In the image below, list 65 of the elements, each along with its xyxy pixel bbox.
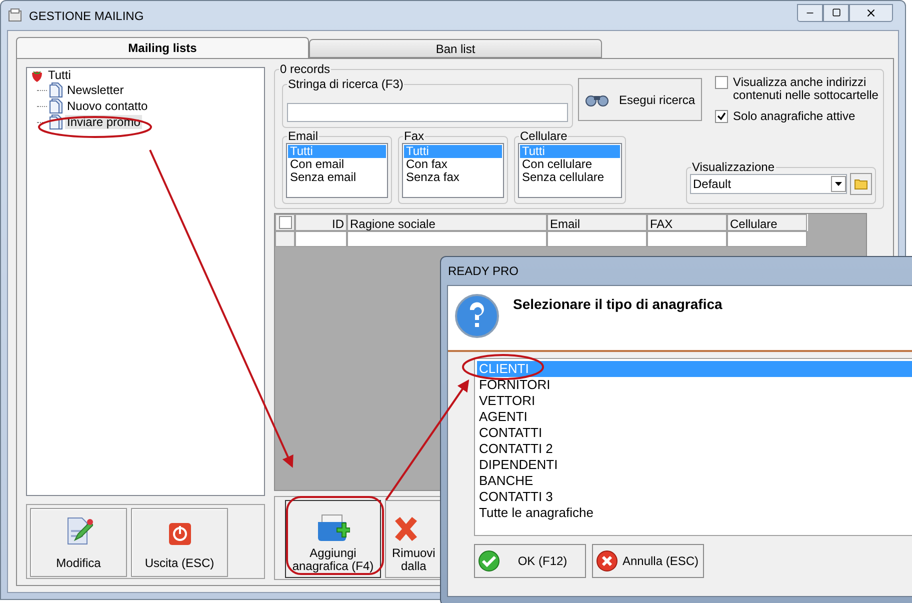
document-icon [49,82,63,98]
view-dropdown[interactable]: Default [690,174,847,194]
toolbar-button[interactable]: Modifica [30,508,127,577]
check-icon [478,550,500,572]
folder-button[interactable] [850,173,872,195]
group-label: Email [287,129,320,143]
close-icon [865,6,877,18]
checkbox[interactable] [715,110,728,123]
checkbox[interactable] [715,76,728,89]
list-item[interactable]: Senza fax [404,171,502,184]
cancel-icon [596,550,618,572]
list-item[interactable]: Con email [288,158,386,171]
toolbar-button[interactable]: Aggiungi anagrafica (F4) [285,500,381,578]
list-item[interactable]: Senza cellulare [520,171,620,184]
dialog-message: Selezionare il tipo di anagrafica [513,295,722,314]
checkbox[interactable] [278,216,292,229]
tab[interactable]: Ban list [309,39,602,58]
app-icon [7,8,23,24]
dropdown-arrow-icon [835,182,842,186]
list-item[interactable]: AGENTI [477,409,912,425]
list-item[interactable]: Con cellulare [520,158,620,171]
edit-document-icon [64,516,92,546]
binoculars-icon [585,92,609,106]
dialog-button[interactable]: OK (F12) [474,544,586,578]
maximize-icon [832,8,840,17]
list-item[interactable]: BANCHE [477,473,912,489]
list-item[interactable]: CONTATTI [477,425,912,441]
strawberry-icon [30,68,44,82]
list-item[interactable]: Con fax [404,158,502,171]
list-item[interactable]: CONTATTI 2 [477,441,912,457]
column-header[interactable]: Email [547,214,647,231]
list-item[interactable]: FORNITORI [477,377,912,393]
table-cell [295,231,347,247]
list-item[interactable]: Senza email [288,171,386,184]
tree-item[interactable]: Tutti [48,68,71,82]
window-title: GESTIONE MAILING [29,8,144,24]
search-button[interactable]: Esegui ricerca [578,78,702,121]
tree-item[interactable]: Nuovo contatto [65,99,150,113]
close-button[interactable] [849,4,893,22]
list-item[interactable]: DIPENDENTI [477,457,912,473]
group-label: Visualizzazione [691,160,776,174]
column-header[interactable]: ID [295,214,347,231]
column-header[interactable]: FAX [647,214,727,231]
search-field[interactable] [287,102,568,122]
group-label: Fax [403,129,426,143]
checkbox-label: Solo anagrafiche attive [733,110,856,123]
dialog-title: READY PRO [447,263,520,280]
tab[interactable]: Mailing lists [16,37,309,58]
toolbar-button[interactable]: Uscita (ESC) [131,508,228,577]
column-header[interactable]: Ragione sociale [347,214,547,231]
dialog-button[interactable]: Annulla (ESC) [592,544,704,578]
tree-item[interactable]: Newsletter [65,83,126,97]
document-icon [49,98,63,114]
column-header[interactable]: Cellulare [727,214,807,231]
group-label: 0 records [279,62,332,76]
delete-icon [392,515,420,543]
list-item[interactable]: VETTORI [477,393,912,409]
group-label: Stringa di ricerca (F3) [287,77,404,91]
question-icon [455,294,499,338]
power-icon [168,522,192,546]
folder-icon [854,178,868,190]
group-label: Cellulare [519,129,568,143]
checkbox-label: Visualizza anche indirizzi contenuti nelle sottocartelle [733,76,880,102]
add-folder-icon [316,513,350,543]
maximize-button[interactable] [823,4,849,22]
